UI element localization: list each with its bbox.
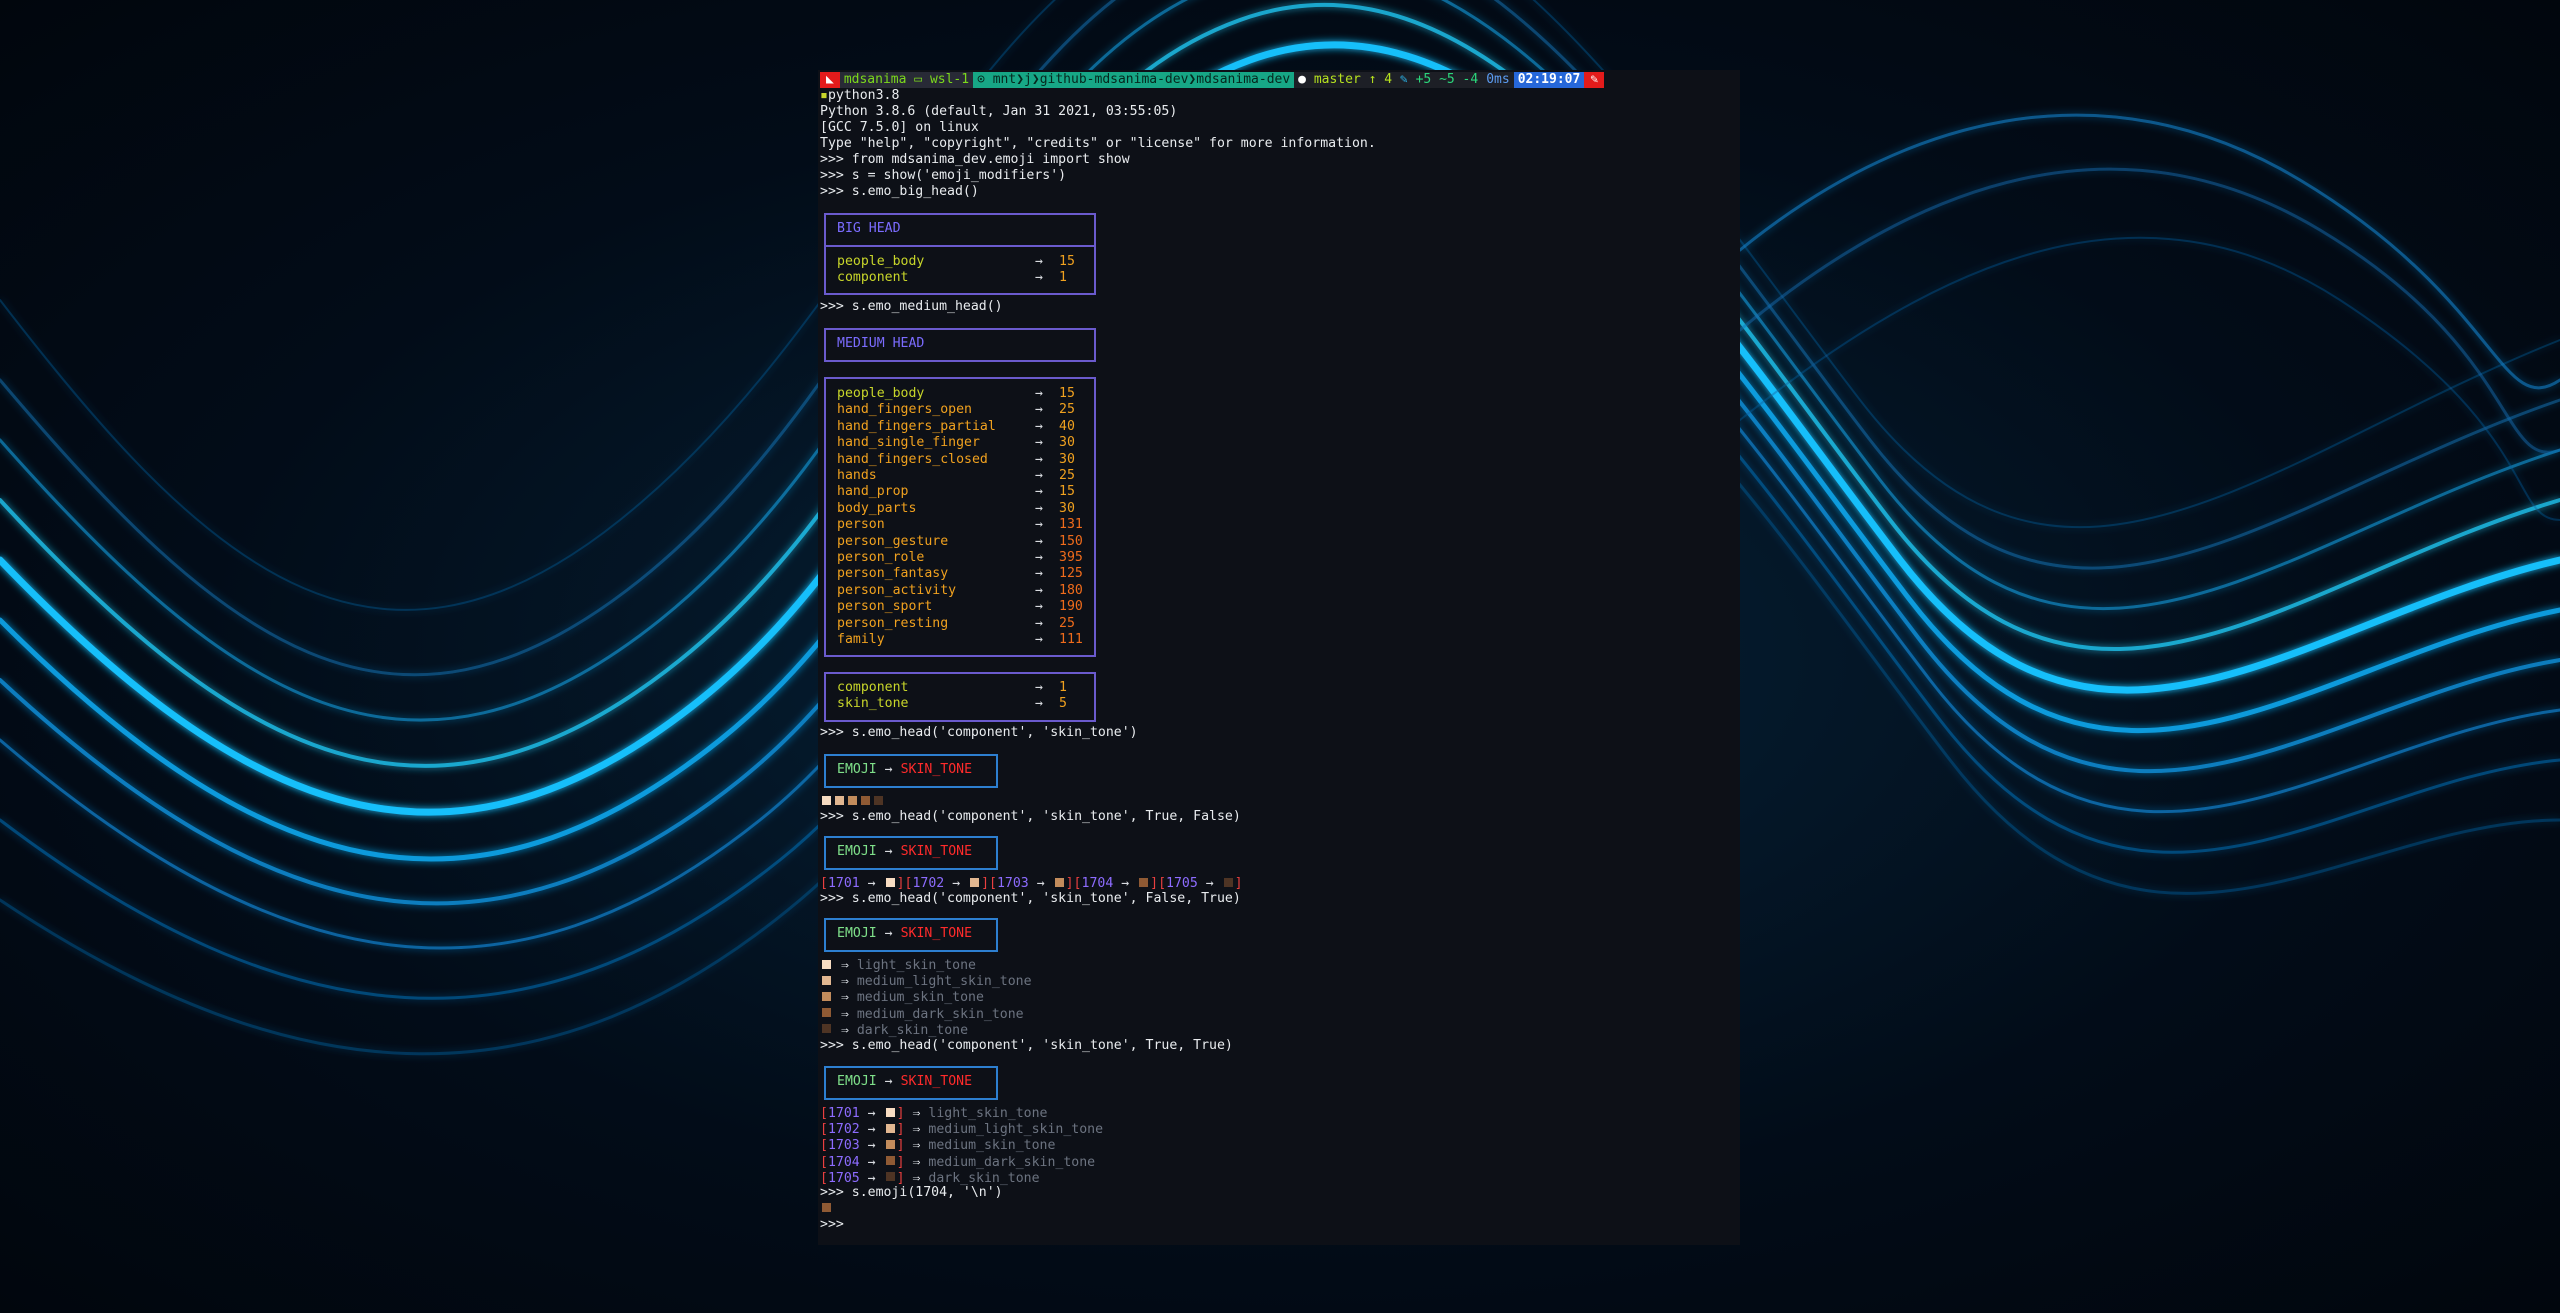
output-line: [GCC 7.5.0] on linux	[820, 120, 979, 135]
git-stats: +5 ~5 -4	[1415, 72, 1479, 87]
prompt-git-segment: ● master ↑ 4 ✎ +5 ~5 -4	[1294, 72, 1483, 88]
branch-icon	[1306, 72, 1314, 88]
list-item: person_role → 395	[837, 550, 1083, 565]
repl-line: >>> from mdsanima_dev.emoji import show	[820, 152, 1130, 167]
list-item: [1701 → ] ⇒ light_skin_tone	[820, 1106, 1048, 1121]
list-item: [1703 → ] ⇒ medium_skin_tone	[820, 1138, 1056, 1154]
list-item: skin_tone → 5	[837, 696, 1067, 711]
repl-line: >>> s.emo_head('component', 'skin_tone')	[820, 725, 1138, 740]
list-item: family → 111	[837, 632, 1083, 647]
list-item: component → 1	[837, 680, 1067, 695]
terminal-icon: ▭	[906, 72, 930, 87]
emoji-head-label: EMOJI → SKIN_TONE	[837, 1074, 973, 1089]
list-item: ⇒ light_skin_tone	[820, 958, 976, 974]
repl-line: >>> s.emoji(1704, '\n')	[820, 1185, 1003, 1200]
text-cursor	[852, 1217, 860, 1231]
skin-swatch	[885, 1139, 895, 1149]
path-part: mnt	[992, 72, 1017, 87]
skin-swatch	[822, 795, 831, 805]
path-part: j	[1024, 72, 1032, 87]
skin-swatch	[822, 1008, 831, 1018]
git-ahead: ↑ 4	[1368, 72, 1393, 87]
repl-line: >>> s.emo_big_head()	[820, 184, 979, 199]
repl-line: >>> s = show('emoji_modifiers')	[820, 168, 1067, 183]
output-line: Python 3.8.6 (default, Jan 31 2021, 03:5…	[820, 104, 1178, 119]
list-item: hand_prop → 15	[837, 484, 1075, 500]
skin-swatch	[835, 795, 844, 805]
emoji-head-label: EMOJI → SKIN_TONE	[837, 844, 973, 859]
path-part: github-mdsanima-dev	[1039, 72, 1189, 87]
list-item: person_fantasy → 125	[837, 566, 1083, 582]
os-icon: ◣	[820, 72, 840, 88]
emoji-head-label: EMOJI → SKIN_TONE	[837, 926, 973, 941]
list-item: ⇒ medium_light_skin_tone	[820, 974, 1032, 990]
edit-icon: ✎	[1392, 72, 1416, 87]
skin-swatch-row	[820, 794, 885, 810]
divider	[824, 245, 1096, 247]
list-item: component → 1	[837, 270, 1067, 285]
prompt-host: wsl-1	[929, 72, 970, 87]
list-item: hands → 25	[837, 468, 1075, 483]
list-item: person_resting → 25	[837, 615, 1075, 631]
list-item: person_gesture → 150	[837, 533, 1083, 549]
skin-swatch	[822, 1024, 831, 1034]
repl-line: >>> s.emo_medium_head()	[820, 299, 1003, 314]
skin-code-row: [1701 → ][1702 → ][1703 → ][1704 → ][170…	[820, 876, 1243, 891]
skin-swatch	[848, 795, 857, 805]
exec-time-text: 0ms	[1486, 72, 1510, 87]
skin-swatch	[885, 1156, 895, 1166]
repl-line: >>> s.emo_head('component', 'skin_tone',…	[820, 891, 1241, 906]
emoji-head-label: EMOJI → SKIN_TONE	[837, 762, 973, 777]
repl-line: >>> s.emo_head('component', 'skin_tone',…	[820, 1038, 1233, 1053]
terminal-window[interactable]: ◣ mdsanima ▭ wsl-1 ⊙ mnt ❯ j ❯ github-mdsa…	[818, 70, 1740, 1245]
list-item: ⇒ dark_skin_tone	[820, 1023, 968, 1039]
clock-text: 02:19:07	[1517, 72, 1581, 87]
list-item: person_activity → 180	[837, 582, 1083, 598]
prompt-caret-icon: ▪	[820, 88, 828, 103]
folder-icon: ⊙	[977, 72, 993, 87]
command-text: python3.8	[827, 88, 900, 103]
skin-swatch	[822, 959, 831, 969]
skin-swatch	[885, 1123, 895, 1133]
skin-swatch	[822, 991, 831, 1001]
prompt-clock: 02:19:07	[1513, 72, 1585, 88]
big-head-title: BIG HEAD	[837, 221, 901, 236]
list-item: hand_single_finger → 30	[837, 435, 1075, 451]
skin-swatch	[885, 1172, 895, 1182]
list-item: hand_fingers_partial → 40	[837, 418, 1075, 434]
list-item: person → 131	[837, 517, 1083, 533]
github-icon: ●	[1298, 72, 1306, 87]
skin-swatch	[822, 975, 831, 985]
medium-head-title: MEDIUM HEAD	[837, 336, 925, 351]
prompt-bar: ◣ mdsanima ▭ wsl-1 ⊙ mnt ❯ j ❯ github-mdsa…	[820, 72, 1738, 88]
list-item: hand_fingers_open → 25	[837, 402, 1075, 418]
skin-swatch	[874, 795, 883, 805]
git-branch: master	[1313, 72, 1361, 87]
command-line: ▪python3.8	[820, 88, 899, 104]
list-item: [1704 → ] ⇒ medium_dark_skin_tone	[820, 1154, 1096, 1170]
repl-prompt[interactable]: >>>	[820, 1217, 860, 1233]
repl-line: >>> s.emo_head('component', 'skin_tone',…	[820, 809, 1241, 824]
list-item: ⇒ medium_skin_tone	[820, 990, 984, 1006]
list-item: ⇒ medium_dark_skin_tone	[820, 1007, 1024, 1023]
prompt-user: mdsanima	[843, 72, 907, 87]
prompt-path-segment: ⊙ mnt ❯ j ❯ github-mdsanima-dev ❯ mdsanima-…	[973, 72, 1295, 88]
path-part: mdsanima-dev	[1196, 72, 1291, 87]
list-item: [1702 → ] ⇒ medium_light_skin_tone	[820, 1122, 1104, 1138]
lock-icon: ✎	[1584, 72, 1605, 88]
skin-swatch	[885, 1107, 895, 1117]
list-item: person_sport → 190	[837, 599, 1083, 615]
prompt-exec-time: 0ms	[1482, 72, 1514, 88]
emoji-output	[820, 1201, 833, 1217]
list-item: people_body → 15	[837, 254, 1075, 269]
skin-swatch	[822, 1202, 831, 1212]
prompt-user-segment: mdsanima ▭ wsl-1	[839, 72, 974, 88]
skin-swatch	[861, 795, 870, 805]
list-item: hand_fingers_closed → 30	[837, 451, 1075, 467]
output-line: Type "help", "copyright", "credits" or "…	[820, 136, 1376, 151]
list-item: body_parts → 30	[837, 500, 1075, 516]
list-item: people_body → 15	[837, 386, 1075, 401]
